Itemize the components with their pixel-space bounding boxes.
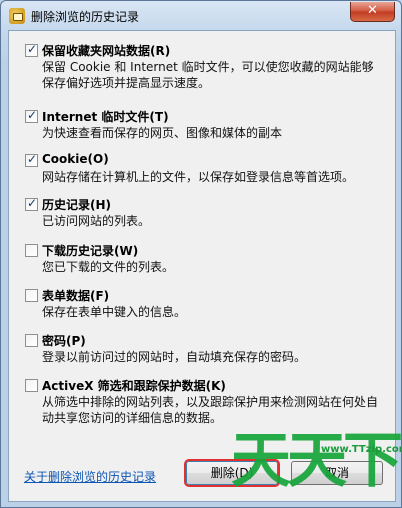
- option-title: 历史记录(H): [42, 198, 112, 212]
- option-desc: 保留 Cookie 和 Internet 临时文件，可以使您收藏的网站能够保存偏…: [42, 60, 374, 90]
- checkbox-activex-tracking[interactable]: [25, 379, 38, 392]
- internet-explorer-icon: [9, 8, 25, 24]
- option-title: 密码(P): [42, 334, 86, 348]
- watermark-logo: 天天下载: [231, 426, 401, 496]
- option-title: 表单数据(F): [42, 289, 110, 303]
- checkbox-preserve-favorites[interactable]: [25, 42, 38, 57]
- checkbox-cookies[interactable]: [25, 152, 38, 167]
- option-desc: 登录以前访问过的网站时，自动填充保存的密码。: [42, 350, 307, 364]
- option-desc: 从筛选中排除的网站列表，以及跟踪保护用来检测网站在何处自动共享您访问的详细信息的…: [42, 395, 379, 425]
- checkbox-history[interactable]: [25, 196, 38, 211]
- option-title: Internet 临时文件(T): [42, 110, 169, 124]
- option-title: 下载历史记录(W): [42, 244, 139, 258]
- window-title: 删除浏览的历史记录: [31, 10, 140, 24]
- watermark-url: www.TTzip.com: [321, 444, 402, 455]
- close-button[interactable]: ✕: [350, 2, 395, 22]
- option-desc: 为快速查看而保存的网页、图像和媒体的副本: [42, 126, 283, 140]
- checkbox-passwords[interactable]: [25, 334, 38, 347]
- option-desc: 网站存储在计算机上的文件，以保存如登录信息等首选项。: [42, 170, 355, 184]
- option-title: Cookie(O): [42, 152, 109, 166]
- about-delete-history-link[interactable]: 关于删除浏览的历史记录: [24, 468, 156, 485]
- checkbox-form-data[interactable]: [25, 289, 38, 302]
- option-title: 保留收藏夹网站数据(R): [42, 44, 171, 58]
- title-bar: 删除浏览的历史记录 ✕: [1, 1, 401, 31]
- checkbox-download-history[interactable]: [25, 244, 38, 257]
- option-desc: 您已下载的文件的列表。: [42, 260, 175, 274]
- option-desc: 已访问网站的列表。: [42, 214, 151, 228]
- option-desc: 保存在表单中键入的信息。: [42, 305, 187, 319]
- option-title: ActiveX 筛选和跟踪保护数据(K): [42, 379, 226, 393]
- delete-history-dialog: 删除浏览的历史记录 ✕ 保留收藏夹网站数据(R) 保留 Cookie 和 Int…: [0, 0, 402, 508]
- checkbox-temp-files[interactable]: [25, 108, 38, 123]
